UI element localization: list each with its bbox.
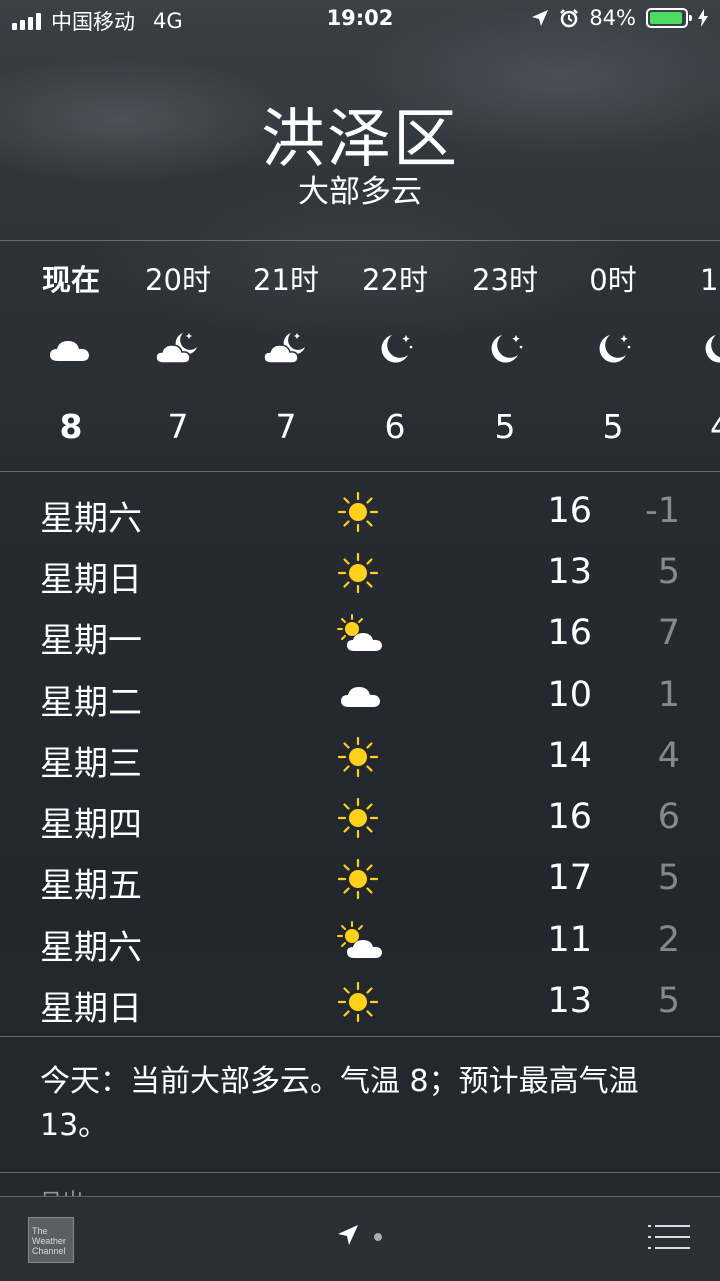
battery-percent: 84%: [589, 6, 636, 30]
hour-label: 0时: [589, 263, 637, 297]
hour-label: 20时: [145, 263, 211, 297]
day-name: 星期三: [40, 744, 142, 784]
day-low: 4: [657, 736, 680, 776]
charging-bolt-icon: [698, 9, 708, 27]
divider: [0, 1036, 720, 1037]
day-high: 16: [547, 613, 592, 653]
sun-icon: [337, 981, 379, 1023]
day-row: 星期一 16 7: [0, 603, 720, 664]
location-arrow-icon: [532, 10, 549, 26]
day-low: 5: [657, 552, 680, 592]
moon-icon: [599, 335, 631, 363]
cloud-icon: [341, 687, 380, 707]
sun-icon: [337, 858, 379, 900]
day-low: 6: [657, 797, 680, 837]
day-row: 星期五 17 5: [0, 848, 720, 909]
day-name: 星期五: [40, 866, 142, 906]
cloud-moon-icon: [263, 333, 305, 364]
page-indicator-dot[interactable]: [374, 1233, 382, 1241]
hour-temp: 5: [494, 407, 516, 446]
bottom-toolbar: The Weather Channel: [0, 1196, 720, 1281]
moon-icon: [491, 335, 523, 363]
day-high: 10: [547, 675, 592, 715]
day-name: 星期六: [40, 928, 142, 968]
weather-channel-logo[interactable]: The Weather Channel: [28, 1217, 74, 1263]
status-bar: 中国移动 4G 19:02 84%: [0, 0, 720, 40]
day-row: 星期六 11 2: [0, 910, 720, 971]
hour-temp: 5: [602, 407, 624, 446]
day-low: 5: [657, 858, 680, 898]
battery-icon: [646, 8, 692, 28]
hour-label: 1时: [700, 263, 720, 297]
day-row: 星期三 14 4: [0, 726, 720, 787]
hour-temp: 7: [275, 407, 297, 446]
sun-icon: [337, 552, 379, 594]
sun-icon: [337, 736, 379, 778]
day-high: 11: [547, 920, 592, 960]
list-icon[interactable]: [648, 1223, 690, 1251]
day-name: 星期日: [40, 989, 142, 1029]
sun-cloud-icon: [337, 614, 382, 651]
cloud-moon-icon: [155, 333, 197, 364]
day-name: 星期二: [40, 683, 142, 723]
day-row: 星期六 16 -1: [0, 481, 720, 542]
day-row: 星期日 13 5: [0, 542, 720, 603]
hour-temp: 4: [664, 407, 720, 446]
divider: [0, 471, 720, 472]
day-name: 星期四: [40, 805, 142, 845]
moon-icon: [705, 335, 720, 363]
day-row: 星期日 13 5: [0, 971, 720, 1032]
day-low: 2: [657, 920, 680, 960]
hour-temp: 8: [59, 407, 83, 446]
day-high: 16: [547, 491, 592, 531]
alarm-icon: [560, 9, 579, 28]
hourly-forecast[interactable]: 现在 8 20时 7 21时 7 22时 6 23时 5 0时 5 1时 4: [0, 241, 720, 471]
sun-icon: [337, 797, 379, 839]
hour-label: 21时: [253, 263, 319, 297]
day-high: 14: [547, 736, 592, 776]
day-high: 13: [547, 552, 592, 592]
day-low: 1: [657, 675, 680, 715]
hour-label: 现在: [41, 263, 100, 297]
hour-temp: 7: [167, 407, 189, 446]
divider: [0, 1172, 720, 1173]
day-row: 星期四 16 6: [0, 787, 720, 848]
day-low: 5: [657, 981, 680, 1021]
sun-cloud-icon: [337, 921, 382, 958]
day-row: 星期二 10 1: [0, 665, 720, 726]
day-name: 星期六: [40, 499, 142, 539]
hour-label: 23时: [472, 263, 538, 297]
day-high: 13: [547, 981, 592, 1021]
hour-label: 22时: [362, 263, 428, 297]
today-summary: 今天：当前大部多云。气温 8；预计最高气温 13。: [40, 1064, 639, 1143]
location-arrow-icon[interactable]: [336, 1223, 360, 1247]
day-name: 星期日: [40, 560, 142, 600]
day-high: 17: [547, 858, 592, 898]
sun-icon: [337, 491, 379, 533]
day-name: 星期一: [40, 621, 142, 661]
hour-temp: 6: [384, 407, 406, 446]
day-low: 7: [657, 613, 680, 653]
day-low: -1: [645, 491, 680, 531]
cloud-icon: [50, 341, 89, 361]
current-condition: 大部多云: [298, 174, 422, 210]
moon-icon: [381, 335, 413, 363]
day-high: 16: [547, 797, 592, 837]
